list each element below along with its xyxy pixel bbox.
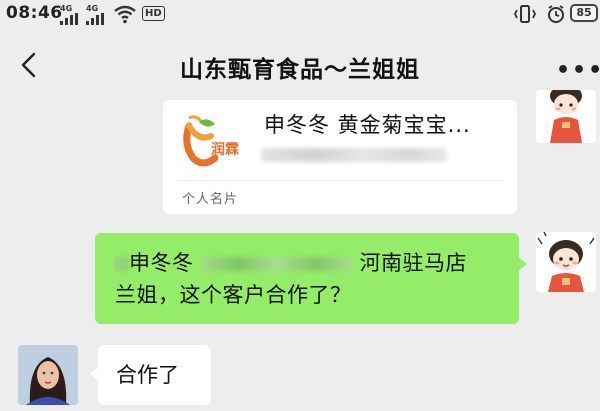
battery-level: 85 xyxy=(576,6,592,19)
alarm-icon xyxy=(548,5,564,23)
hd-icon: HD xyxy=(142,6,165,21)
sent-message-line-2: 兰姐，这个客户合作了？ xyxy=(115,283,352,307)
sent-message-line-1: 申冬冬 河南驻马店 xyxy=(115,247,501,279)
network-type-label: 4G xyxy=(60,4,73,13)
sent-message-part: 申冬冬 xyxy=(129,251,194,275)
received-message-bubble[interactable]: 合作了 xyxy=(90,345,211,405)
cartoon-girl-avatar xyxy=(536,232,596,292)
status-bar: 08:46 4G 4G HD 85 xyxy=(0,0,600,30)
cartoon-girl-avatar xyxy=(536,90,596,143)
self-avatar[interactable] xyxy=(536,90,596,143)
card-divider xyxy=(177,180,503,181)
brand-logo: 润霖 xyxy=(183,115,239,167)
wifi-icon xyxy=(114,5,136,24)
blurred-region xyxy=(261,148,447,162)
network-type-label: 4G xyxy=(86,4,99,13)
blurred-region xyxy=(115,257,129,271)
contact-avatar[interactable] xyxy=(18,345,78,405)
contact-card-type: 个人名片 xyxy=(182,192,239,207)
status-time: 08:46 xyxy=(6,3,63,23)
battery-icon: 85 xyxy=(570,4,598,22)
contact-card-name: 申冬冬 黄金菊宝宝... xyxy=(264,113,471,137)
more-icon[interactable]: ••• xyxy=(556,58,600,83)
contact-card-message[interactable]: 润霖 申冬冬 黄金菊宝宝... 个人名片 xyxy=(163,100,517,214)
blurred-region xyxy=(201,257,352,271)
chevron-left-icon[interactable] xyxy=(14,50,44,80)
self-avatar[interactable] xyxy=(536,232,596,292)
sent-message-part: 河南驻马店 xyxy=(359,251,467,275)
contact-photo xyxy=(18,345,78,405)
sent-message-bubble[interactable]: 申冬冬 河南驻马店 兰姐，这个客户合作了？ xyxy=(95,233,527,324)
received-message-text: 合作了 xyxy=(116,363,179,387)
chat-header: 山东甄育食品～兰姐姐 ••• xyxy=(0,30,600,100)
brand-logo-text: 润霖 xyxy=(211,141,239,158)
chat-title: 山东甄育食品～兰姐姐 xyxy=(180,57,420,83)
vibrate-icon xyxy=(513,5,537,23)
